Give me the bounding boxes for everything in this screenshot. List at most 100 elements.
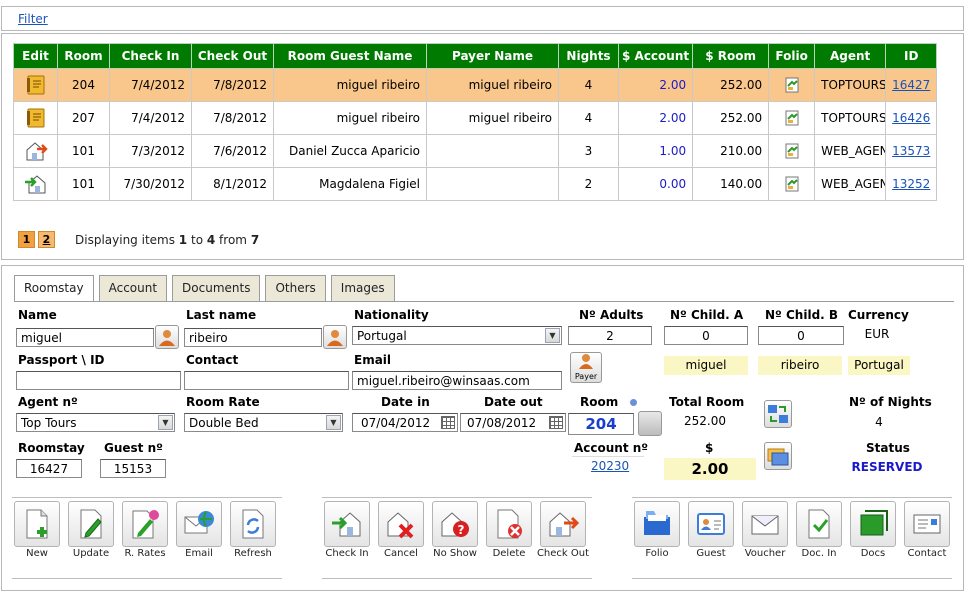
tab-account[interactable]: Account xyxy=(98,275,168,302)
col-account[interactable]: $ Account xyxy=(617,43,694,69)
col-check-out[interactable]: Check Out xyxy=(191,43,274,69)
roomstay-field[interactable]: 16427 xyxy=(16,459,82,478)
email-icon xyxy=(176,501,222,547)
col-room[interactable]: Room xyxy=(57,43,110,69)
room-transfer-button[interactable] xyxy=(764,400,792,428)
nationality-select[interactable]: Portugal ▼ xyxy=(352,326,562,345)
account-link[interactable]: 20230 xyxy=(591,459,629,473)
notebook-icon[interactable] xyxy=(23,106,49,130)
adults-field[interactable]: 2 xyxy=(568,326,652,345)
folio-icon[interactable] xyxy=(784,110,800,126)
reservations-table: Edit Room Check In Check Out Room Guest … xyxy=(13,43,938,201)
lastname-lookup-button[interactable] xyxy=(323,325,347,349)
contact-field[interactable] xyxy=(184,371,349,390)
check-in-button[interactable]: Check In xyxy=(320,501,374,559)
cell-folio[interactable] xyxy=(768,134,816,168)
table-row[interactable]: 101 7/30/2012 8/1/2012 Magdalena Figiel 2 0.0… xyxy=(13,167,938,201)
col-room-guest-name[interactable]: Room Guest Name xyxy=(273,43,427,69)
date-in-field[interactable]: 07/04/2012 xyxy=(352,413,458,432)
tab-images[interactable]: Images xyxy=(330,275,395,302)
folio-icon[interactable] xyxy=(784,176,800,192)
checkin-icon[interactable] xyxy=(23,172,49,196)
reservation-id-link[interactable]: 13252 xyxy=(892,177,930,191)
doc-in-button[interactable]: Doc. In xyxy=(792,501,846,559)
update-button[interactable]: Update xyxy=(64,501,118,559)
date-out-field[interactable]: 07/08/2012 xyxy=(460,413,566,432)
chevron-down-icon: ▼ xyxy=(545,328,560,343)
guest-button[interactable]: Guest xyxy=(684,501,738,559)
folio-icon[interactable] xyxy=(784,143,800,159)
r-rates-icon xyxy=(122,501,168,547)
date-out-value: 07/08/2012 xyxy=(467,416,537,430)
col-room-amount[interactable]: $ Room xyxy=(692,43,770,69)
cancel-icon xyxy=(378,501,424,547)
col-agent[interactable]: Agent xyxy=(814,43,887,69)
email-field[interactable]: miguel.ribeiro@winsaas.com xyxy=(352,371,562,390)
page-1-button[interactable]: 1 xyxy=(18,231,35,248)
notebook-icon[interactable] xyxy=(23,73,49,97)
cell-folio[interactable] xyxy=(768,101,816,135)
tab-roomstay[interactable]: Roomstay xyxy=(14,275,94,302)
payer-button[interactable]: Payer xyxy=(570,352,602,383)
cell-folio[interactable] xyxy=(768,68,816,102)
cell-payer: miguel ribeiro xyxy=(426,68,559,102)
col-payer-name[interactable]: Payer Name xyxy=(426,43,559,69)
col-edit[interactable]: Edit xyxy=(13,43,58,69)
check-out-button[interactable]: Check Out xyxy=(536,501,590,559)
col-nights[interactable]: Nights xyxy=(558,43,619,69)
table-row[interactable]: 207 7/4/2012 7/8/2012 miguel ribeiro miguel … xyxy=(13,101,938,135)
refresh-button[interactable]: Refresh xyxy=(226,501,280,559)
cell-room-amount: 252.00 xyxy=(692,101,770,135)
cell-id[interactable]: 16426 xyxy=(885,101,938,135)
contact-button[interactable]: Contact xyxy=(900,501,954,559)
table-row[interactable]: 204 7/4/2012 7/8/2012 miguel ribeiro miguel … xyxy=(13,68,938,102)
calendar-icon[interactable] xyxy=(441,416,455,429)
cell-id[interactable]: 13252 xyxy=(885,167,938,201)
calendar-icon[interactable] xyxy=(549,416,563,429)
no-show-icon: ? xyxy=(432,501,478,547)
lastname-field[interactable]: ribeiro xyxy=(184,328,322,347)
room-picker-button[interactable] xyxy=(638,411,662,436)
reservation-id-link[interactable]: 16426 xyxy=(892,111,930,125)
cell-edit[interactable] xyxy=(13,134,58,168)
childa-field[interactable]: 0 xyxy=(664,326,748,345)
folio-button[interactable]: Folio xyxy=(630,501,684,559)
cell-edit[interactable] xyxy=(13,101,58,135)
cell-edit[interactable] xyxy=(13,167,58,201)
agent-select[interactable]: Top Tours ▼ xyxy=(16,413,175,432)
col-check-in[interactable]: Check In xyxy=(109,43,192,69)
room-field[interactable]: 204 xyxy=(568,413,634,435)
email-button[interactable]: Email xyxy=(172,501,226,559)
passport-field[interactable] xyxy=(16,371,181,390)
guest-lookup-button[interactable] xyxy=(155,325,179,349)
cell-edit[interactable] xyxy=(13,68,58,102)
table-row[interactable]: 101 7/3/2012 7/6/2012 Daniel Zucca Aparicio… xyxy=(13,134,938,168)
cell-id[interactable]: 16427 xyxy=(885,68,938,102)
voucher-button[interactable]: Voucher xyxy=(738,501,792,559)
new-button[interactable]: New xyxy=(10,501,64,559)
r-rates-button[interactable]: R. Rates xyxy=(118,501,172,559)
no-show-button[interactable]: ? No Show xyxy=(428,501,482,559)
account-folio-button[interactable] xyxy=(764,442,792,470)
docs-button[interactable]: Docs xyxy=(846,501,900,559)
cell-id[interactable]: 13573 xyxy=(885,134,938,168)
guest-number-field[interactable]: 15153 xyxy=(100,459,166,478)
cell-folio[interactable] xyxy=(768,167,816,201)
checkout-icon[interactable] xyxy=(23,139,49,163)
tab-documents[interactable]: Documents xyxy=(172,275,261,302)
name-field[interactable]: miguel xyxy=(16,328,154,347)
folio-icon[interactable] xyxy=(784,77,800,93)
col-id[interactable]: ID xyxy=(885,43,938,69)
toolbar-button-label: New xyxy=(26,548,48,559)
tab-others[interactable]: Others xyxy=(265,275,326,302)
col-folio[interactable]: Folio xyxy=(768,43,816,69)
childb-field[interactable]: 0 xyxy=(758,326,844,345)
delete-button[interactable]: Delete xyxy=(482,501,536,559)
nationality-value: Portugal xyxy=(357,329,407,343)
rate-select[interactable]: Double Bed ▼ xyxy=(184,413,343,432)
page-2-button[interactable]: 2 xyxy=(38,231,55,248)
filter-link[interactable]: Filter xyxy=(18,12,48,26)
reservation-id-link[interactable]: 16427 xyxy=(892,78,930,92)
cancel-button[interactable]: Cancel xyxy=(374,501,428,559)
reservation-id-link[interactable]: 13573 xyxy=(892,144,930,158)
